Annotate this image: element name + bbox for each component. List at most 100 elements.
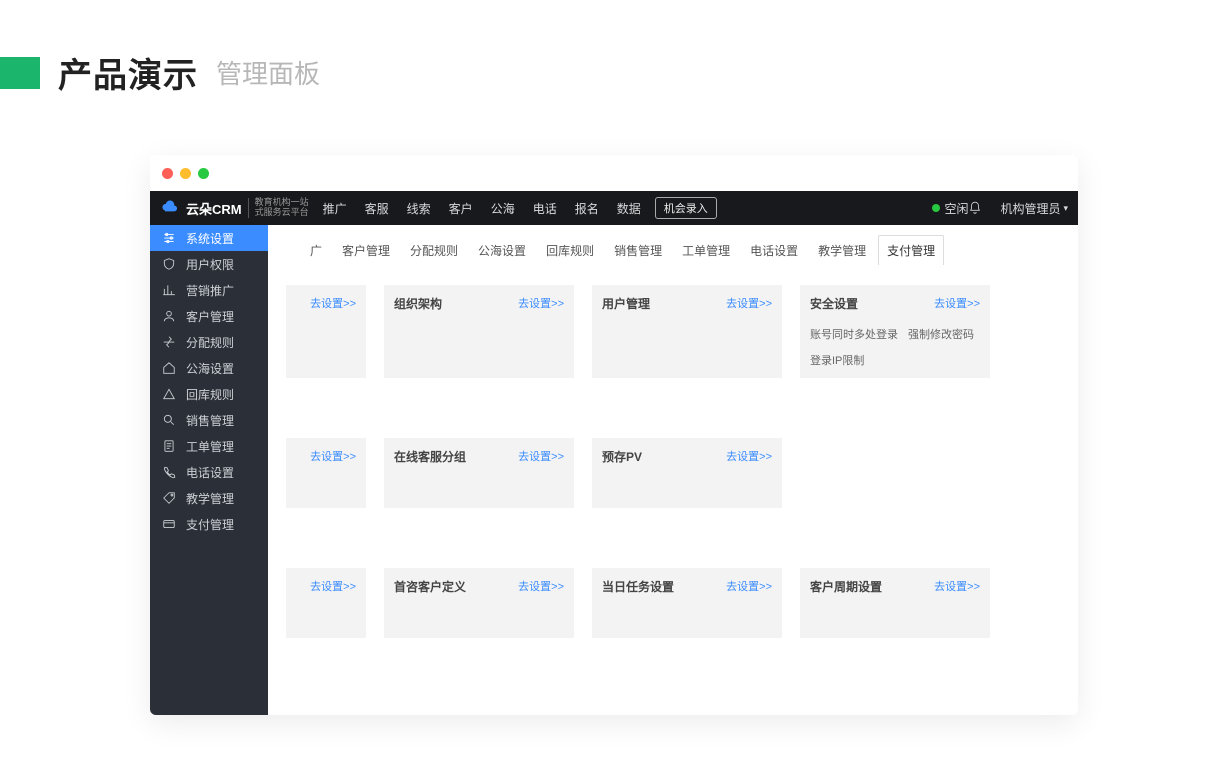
tag-icon [162,491,176,505]
tab-1[interactable]: 客户管理 [334,236,398,265]
max-dot[interactable] [198,168,209,179]
sidebar-item-label: 客户管理 [186,308,234,325]
go-settings-link[interactable]: 去设置>> [518,295,564,311]
brand-text: 云朵CRM [186,199,242,218]
sidebar-item-marketing[interactable]: 营销推广 [150,277,268,303]
sidebar-item-sales-mgmt[interactable]: 销售管理 [150,407,268,433]
sidebar-item-assign-rules[interactable]: 分配规则 [150,329,268,355]
nav-item-2[interactable]: 线索 [407,200,431,217]
go-settings-link[interactable]: 去设置>> [518,448,564,464]
settings-card: 首咨客户定义去设置>> [384,568,574,638]
brand-sub-1: 教育机构一站 [255,197,309,207]
tab-3[interactable]: 公海设置 [470,236,534,265]
bell-icon[interactable] [968,201,982,215]
go-settings-link[interactable]: 去设置>> [310,448,356,464]
card-tags: 账号同时多处登录强制修改密码登录IP限制 [810,326,980,368]
nav-item-4[interactable]: 公海 [491,200,515,217]
brand-sub: 教育机构一站 式服务云平台 [248,198,309,218]
settings-card: 在线客服分组去设置>> [384,438,574,508]
tab-2[interactable]: 分配规则 [402,236,466,265]
house-icon [162,361,176,375]
tab-0[interactable]: 广 [302,236,330,265]
user-role-label: 机构管理员 [1000,200,1060,217]
user-icon [162,309,176,323]
record-opportunity-button[interactable]: 机会录入 [655,197,717,219]
body-area: 系统设置用户权限营销推广客户管理分配规则公海设置回库规则销售管理工单管理电话设置… [150,225,1078,715]
sidebar-item-return-rules[interactable]: 回库规则 [150,381,268,407]
sidebar-item-public-sea[interactable]: 公海设置 [150,355,268,381]
content: 广客户管理分配规则公海设置回库规则销售管理工单管理电话设置教学管理支付管理 去设… [268,225,1078,715]
card-row: 置去设置>>在线客服分组去设置>>预存PV去设置>> [286,438,1060,508]
cloud-logo-icon [160,198,180,218]
page-subtitle: 管理面板 [216,54,320,91]
status-text[interactable]: 空闲 [944,200,968,217]
go-settings-link[interactable]: 去设置>> [934,578,980,594]
sidebar-item-user-permissions[interactable]: 用户权限 [150,251,268,277]
page-title: 产品演示 [58,48,198,97]
sidebar-item-teach-mgmt[interactable]: 教学管理 [150,485,268,511]
settings-card: 组织架构去设置>> [384,285,574,378]
go-settings-link[interactable]: 去设置>> [726,295,772,311]
sliders-icon [162,231,176,245]
card-row: 去设置>>组织架构去设置>>用户管理去设置>>安全设置去设置>>账号同时多处登录… [286,285,1060,378]
nav-item-3[interactable]: 客户 [449,200,473,217]
triangle-icon [162,387,176,401]
tab-5[interactable]: 销售管理 [606,236,670,265]
settings-card: 用户管理去设置>> [592,285,782,378]
window-titlebar [150,155,1078,191]
sidebar-item-label: 公海设置 [186,360,234,377]
tab-6[interactable]: 工单管理 [674,236,738,265]
sidebar-item-pay-mgmt[interactable]: 支付管理 [150,511,268,537]
go-settings-link[interactable]: 去设置>> [726,448,772,464]
sidebar-item-ticket-mgmt[interactable]: 工单管理 [150,433,268,459]
min-dot[interactable] [180,168,191,179]
go-settings-link[interactable]: 去设置>> [310,578,356,594]
tab-4[interactable]: 回库规则 [538,236,602,265]
chart-icon [162,283,176,297]
page-header: 产品演示 管理面板 [0,48,1210,97]
accent-bar [0,57,40,89]
settings-card: 客户周期设置去设置>> [800,568,990,638]
file-icon [162,439,176,453]
status-dot-icon [932,204,940,212]
sidebar-item-label: 系统设置 [186,230,234,247]
nav-item-0[interactable]: 推广 [323,200,347,217]
nav-item-1[interactable]: 客服 [365,200,389,217]
sidebar-item-label: 营销推广 [186,282,234,299]
tab-8[interactable]: 教学管理 [810,236,874,265]
sidebar-item-phone-settings[interactable]: 电话设置 [150,459,268,485]
nav-item-5[interactable]: 电话 [533,200,557,217]
go-settings-link[interactable]: 去设置>> [726,578,772,594]
search-user-icon [162,413,176,427]
tab-9[interactable]: 支付管理 [878,235,944,265]
nav-items: 推广 客服 线索 客户 公海 电话 报名 数据 [323,200,641,217]
close-dot[interactable] [162,168,173,179]
sidebar: 系统设置用户权限营销推广客户管理分配规则公海设置回库规则销售管理工单管理电话设置… [150,225,268,715]
card-tag: 登录IP限制 [810,352,864,368]
settings-card: 安全设置去设置>>账号同时多处登录强制修改密码登录IP限制 [800,285,990,378]
assign-icon [162,335,176,349]
sidebar-item-label: 工单管理 [186,438,234,455]
sidebar-item-label: 电话设置 [186,464,234,481]
settings-card: 置去设置>> [286,438,366,508]
sidebar-item-label: 教学管理 [186,490,234,507]
nav-item-7[interactable]: 数据 [617,200,641,217]
sidebar-item-label: 销售管理 [186,412,234,429]
user-role-menu[interactable]: 机构管理员 ▾ [1000,200,1068,217]
brand: 云朵CRM 教育机构一站 式服务云平台 [160,198,309,218]
go-settings-link[interactable]: 去设置>> [518,578,564,594]
nav-item-6[interactable]: 报名 [575,200,599,217]
tab-7[interactable]: 电话设置 [742,236,806,265]
phone-icon [162,465,176,479]
sidebar-item-label: 用户权限 [186,256,234,273]
cards-area: 去设置>>组织架构去设置>>用户管理去设置>>安全设置去设置>>账号同时多处登录… [268,265,1078,638]
shield-icon [162,257,176,271]
go-settings-link[interactable]: 去设置>> [934,295,980,311]
card-icon [162,517,176,531]
sidebar-item-customer-mgmt[interactable]: 客户管理 [150,303,268,329]
go-settings-link[interactable]: 去设置>> [310,295,356,311]
sidebar-item-system-settings[interactable]: 系统设置 [150,225,268,251]
sidebar-item-label: 支付管理 [186,516,234,533]
card-row: 则去设置>>首咨客户定义去设置>>当日任务设置去设置>>客户周期设置去设置>> [286,568,1060,638]
sidebar-item-label: 分配规则 [186,334,234,351]
